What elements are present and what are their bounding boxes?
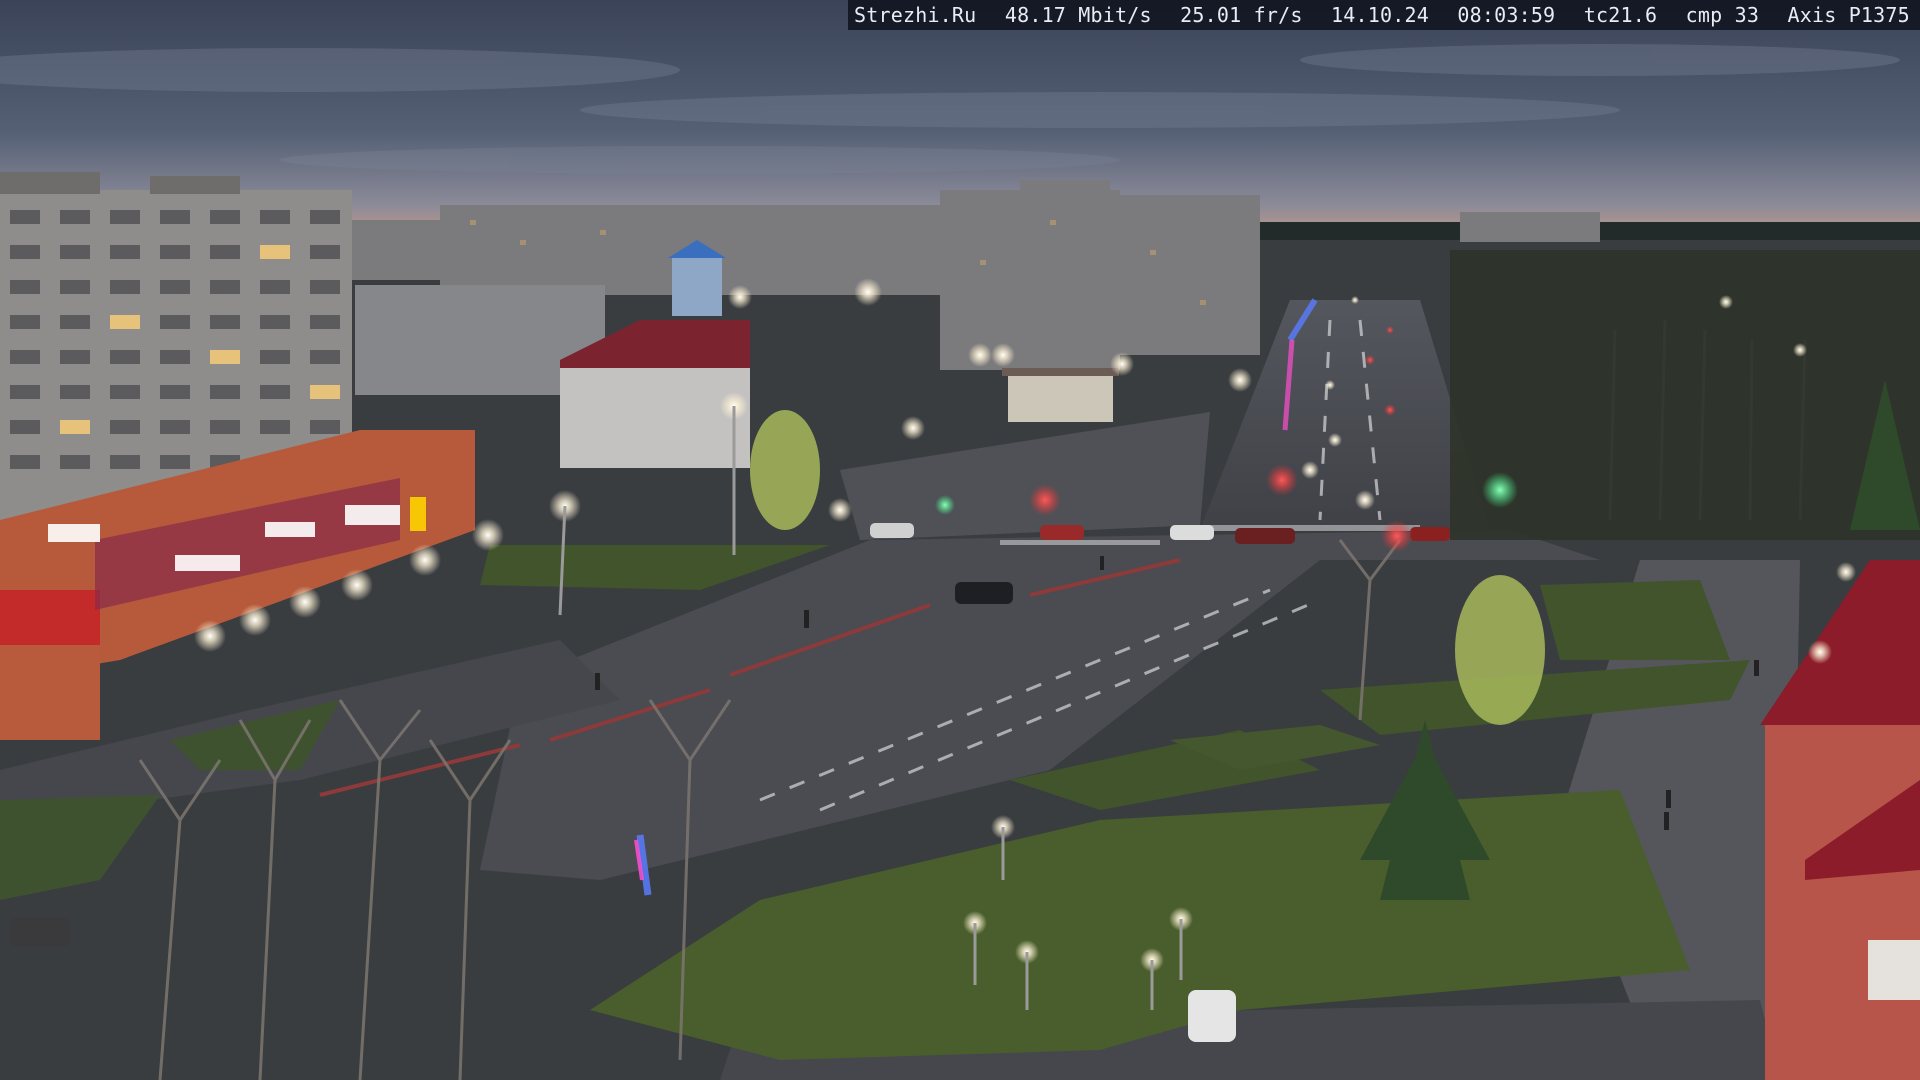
overlay-bitrate: 48.17 Mbit/s (1004, 3, 1152, 27)
overlay-time: 08:03:59 (1457, 3, 1556, 27)
overlay-site: Strezhi.Ru (854, 3, 977, 27)
overlay-framerate: 25.01 fr/s (1180, 3, 1303, 27)
overlay-tc: tc21.6 (1583, 3, 1658, 27)
webcam-frame: Strezhi.Ru 48.17 Mbit/s 25.01 fr/s 14.10… (0, 0, 1920, 1080)
overlay-date: 14.10.24 (1331, 3, 1429, 27)
camera-overlay-bar: Strezhi.Ru 48.17 Mbit/s 25.01 fr/s 14.10… (848, 0, 1920, 30)
low-pavilion (1008, 372, 1113, 422)
pavilion-roof (1002, 368, 1119, 376)
right-lawn-upper (1540, 580, 1730, 660)
overlay-cmp: cmp 33 (1685, 3, 1760, 27)
overlay-camera-model: Axis P1375 (1787, 3, 1910, 27)
blue-tower (672, 256, 722, 316)
street-scene-image (0, 0, 1920, 1080)
right-forest (1450, 250, 1920, 540)
